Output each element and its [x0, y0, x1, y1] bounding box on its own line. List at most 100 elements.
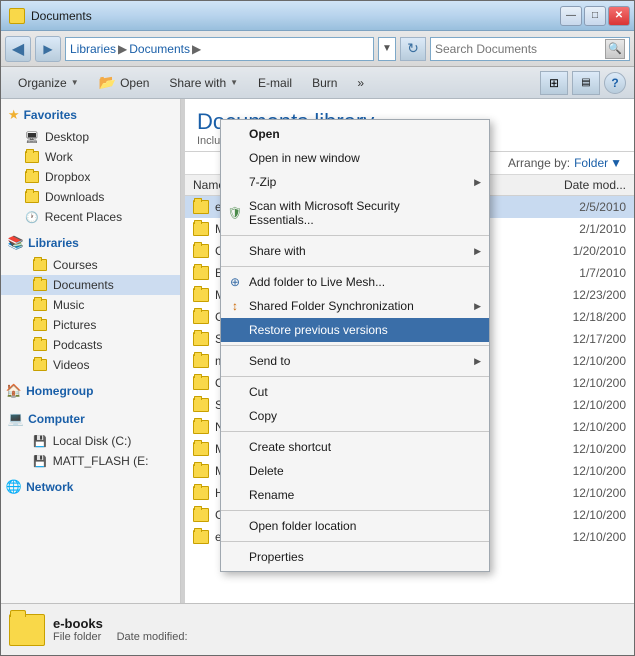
- email-button[interactable]: E-mail: [249, 70, 301, 96]
- ctx-send-to[interactable]: Send to: [221, 349, 489, 373]
- more-button[interactable]: »: [348, 70, 373, 96]
- computer-expand-icon: ▼: [1, 414, 2, 424]
- desktop-icon: 🖥: [25, 131, 39, 144]
- back-button[interactable]: ◀: [5, 36, 31, 62]
- sidebar-item-pictures[interactable]: Pictures: [1, 315, 180, 335]
- path-documents[interactable]: Documents: [129, 42, 190, 56]
- folder-icon-4: [193, 288, 209, 302]
- ctx-scan[interactable]: 🛡 Scan with Microsoft Security Essential…: [221, 194, 489, 232]
- sidebar-item-desktop[interactable]: 🖥 Desktop: [1, 127, 180, 147]
- videos-folder-icon: [33, 359, 47, 371]
- file-date-4: 12/23/200: [551, 288, 626, 302]
- sidebar-item-downloads[interactable]: Downloads: [1, 187, 180, 207]
- ctx-add-live-mesh[interactable]: ⊕ Add folder to Live Mesh...: [221, 270, 489, 294]
- maximize-button[interactable]: □: [584, 6, 606, 26]
- ctx-share-with[interactable]: Share with: [221, 239, 489, 263]
- path-libraries[interactable]: Libraries: [70, 42, 116, 56]
- file-date-12: 12/10/200: [551, 464, 626, 478]
- sidebar-item-dropbox[interactable]: Dropbox: [1, 167, 180, 187]
- favorites-section: ▼ ★ Favorites 🖥 Desktop Work Dropbox: [1, 103, 180, 227]
- recent-label: Recent Places: [45, 210, 122, 224]
- pictures-label: Pictures: [53, 318, 96, 332]
- homegroup-section: ▶ 🏠 Homegroup: [1, 379, 180, 403]
- arrange-by-value[interactable]: Folder ▼: [574, 156, 622, 170]
- ctx-sep-5: [221, 431, 489, 432]
- view-button[interactable]: ⊞: [540, 71, 568, 95]
- ctx-open[interactable]: Open: [221, 122, 489, 146]
- status-info: e-books File folder Date modified:: [53, 616, 188, 643]
- ctx-properties-label: Properties: [249, 550, 304, 564]
- computer-label: Computer: [28, 412, 85, 426]
- sidebar-item-documents[interactable]: Documents: [1, 275, 180, 295]
- sidebar-item-podcasts[interactable]: Podcasts: [1, 335, 180, 355]
- ctx-rename-label: Rename: [249, 488, 294, 502]
- open-icon: 📂: [99, 74, 116, 91]
- file-date-8: 12/10/200: [551, 376, 626, 390]
- ctx-copy[interactable]: Copy: [221, 404, 489, 428]
- libraries-header[interactable]: ▼ 📚 Libraries: [1, 231, 180, 255]
- ctx-open-new-window[interactable]: Open in new window: [221, 146, 489, 170]
- downloads-folder-icon: [25, 191, 39, 203]
- burn-button[interactable]: Burn: [303, 70, 346, 96]
- recent-icon: 🕐: [25, 211, 39, 224]
- forward-button[interactable]: ▶: [35, 36, 61, 62]
- ctx-open-folder-location[interactable]: Open folder location: [221, 514, 489, 538]
- toolbar: Organize ▼ 📂 Open Share with ▼ E-mail Bu…: [1, 67, 634, 99]
- ctx-restore-versions[interactable]: Restore previous versions: [221, 318, 489, 342]
- folder-icon-12: [193, 464, 209, 478]
- favorites-header[interactable]: ▼ ★ Favorites: [1, 103, 180, 127]
- share-with-button[interactable]: Share with ▼: [160, 70, 247, 96]
- title-bar-buttons: — □ ✕: [560, 6, 630, 26]
- preview-button[interactable]: ▤: [572, 71, 600, 95]
- file-date-13: 12/10/200: [551, 486, 626, 500]
- refresh-button[interactable]: ↻: [400, 37, 426, 61]
- ctx-scan-label: Scan with Microsoft Security Essentials.…: [249, 199, 465, 227]
- folder-icon-13: [193, 486, 209, 500]
- folder-icon-14: [193, 508, 209, 522]
- close-button[interactable]: ✕: [608, 6, 630, 26]
- sidebar-item-videos[interactable]: Videos: [1, 355, 180, 375]
- sidebar-item-matt-flash[interactable]: 💾 MATT_FLASH (E:: [1, 451, 180, 471]
- ebooks-date: 2/5/2010: [551, 200, 626, 214]
- folder-icon-8: [193, 376, 209, 390]
- ctx-cut[interactable]: Cut: [221, 380, 489, 404]
- sidebar-item-work[interactable]: Work: [1, 147, 180, 167]
- ctx-delete[interactable]: Delete: [221, 459, 489, 483]
- homegroup-header[interactable]: ▶ 🏠 Homegroup: [1, 379, 180, 403]
- path-dropdown[interactable]: ▼: [378, 37, 396, 61]
- address-path[interactable]: Libraries ▶ Documents ▶: [65, 37, 374, 61]
- help-button[interactable]: ?: [604, 72, 626, 94]
- minimize-button[interactable]: —: [560, 6, 582, 26]
- ctx-sep-1: [221, 235, 489, 236]
- sidebar-item-music[interactable]: Music: [1, 295, 180, 315]
- libraries-book-icon: 📚: [8, 235, 24, 251]
- search-input[interactable]: [435, 42, 601, 56]
- ctx-rename[interactable]: Rename: [221, 483, 489, 507]
- sidebar-item-courses[interactable]: Courses: [1, 255, 180, 275]
- col-date-header[interactable]: Date mod...: [546, 178, 626, 192]
- sidebar-item-local-disk[interactable]: 💾 Local Disk (C:): [1, 431, 180, 451]
- sidebar-item-recent-places[interactable]: 🕐 Recent Places: [1, 207, 180, 227]
- libraries-section: ▼ 📚 Libraries Courses Documents Music: [1, 231, 180, 375]
- status-item-type: File folder Date modified:: [53, 631, 188, 643]
- open-button[interactable]: 📂 Open: [90, 70, 159, 96]
- search-button[interactable]: 🔍: [605, 39, 625, 59]
- organize-button[interactable]: Organize ▼: [9, 70, 88, 96]
- sidebar: ▼ ★ Favorites 🖥 Desktop Work Dropbox: [1, 99, 181, 603]
- network-label: Network: [26, 480, 73, 494]
- email-label: E-mail: [258, 76, 292, 90]
- network-header[interactable]: ▶ 🌐 Network: [1, 475, 180, 499]
- file-date-3: 1/7/2010: [551, 266, 626, 280]
- ctx-sep-3: [221, 345, 489, 346]
- shield-icon: 🛡: [227, 205, 243, 221]
- ctx-shared-folder-sync[interactable]: ↕ Shared Folder Synchronization: [221, 294, 489, 318]
- ctx-sep-7: [221, 541, 489, 542]
- ctx-properties[interactable]: Properties: [221, 545, 489, 569]
- ctx-cut-label: Cut: [249, 385, 268, 399]
- homegroup-icon: 🏠: [6, 383, 22, 399]
- downloads-label: Downloads: [45, 190, 104, 204]
- ctx-create-shortcut-label: Create shortcut: [249, 440, 331, 454]
- ctx-create-shortcut[interactable]: Create shortcut: [221, 435, 489, 459]
- computer-header[interactable]: ▼ 💻 Computer: [1, 407, 180, 431]
- ctx-7zip[interactable]: 7-Zip: [221, 170, 489, 194]
